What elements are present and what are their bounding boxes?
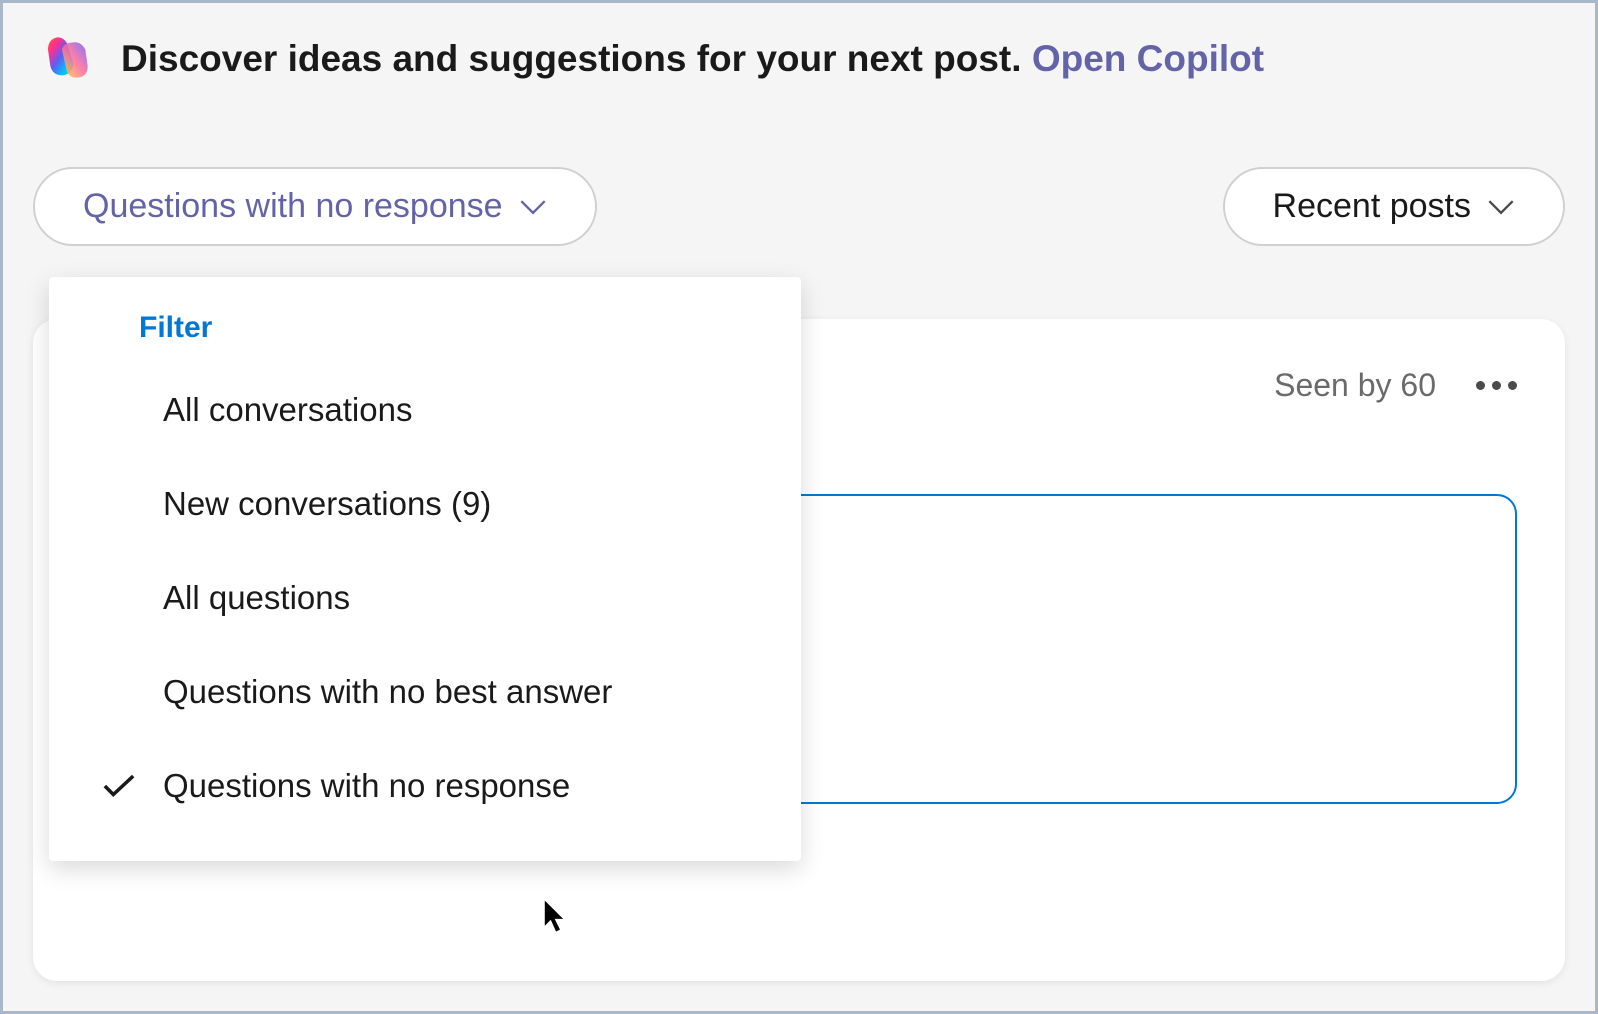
filter-option[interactable]: All questions — [49, 551, 801, 645]
filter-bar: Questions with no response Recent posts — [3, 135, 1595, 246]
check-icon — [95, 392, 143, 428]
filter-option-label: Questions with no best answer — [163, 673, 612, 711]
chevron-down-icon — [519, 198, 547, 216]
check-icon — [95, 486, 143, 522]
copilot-icon — [41, 31, 97, 87]
filter-option-label: New conversations (9) — [163, 485, 491, 523]
check-icon — [95, 580, 143, 616]
banner-message: Discover ideas and suggestions for your … — [121, 38, 1032, 79]
filter-option[interactable]: All conversations — [49, 363, 801, 457]
filter-option-label: All conversations — [163, 391, 412, 429]
sort-dropdown-button[interactable]: Recent posts — [1223, 167, 1565, 246]
more-options-button[interactable] — [1476, 381, 1517, 390]
filter-option-label: Questions with no response — [163, 767, 570, 805]
chevron-down-icon — [1487, 198, 1515, 216]
seen-by-count: Seen by 60 — [1274, 367, 1436, 404]
copilot-banner: Discover ideas and suggestions for your … — [3, 3, 1595, 115]
dot-icon — [1508, 381, 1517, 390]
filter-dropdown-button[interactable]: Questions with no response — [33, 167, 597, 246]
sort-dropdown-label: Recent posts — [1273, 187, 1471, 226]
check-icon — [95, 768, 143, 804]
filter-option[interactable]: New conversations (9) — [49, 457, 801, 551]
dot-icon — [1492, 381, 1501, 390]
filter-option-label: All questions — [163, 579, 350, 617]
filter-dropdown-label: Questions with no response — [83, 187, 503, 226]
banner-text: Discover ideas and suggestions for your … — [121, 38, 1264, 80]
filter-dropdown-menu: Filter All conversations New conversation… — [49, 277, 801, 861]
filter-option[interactable]: Questions with no best answer — [49, 645, 801, 739]
check-icon — [95, 674, 143, 710]
filter-option[interactable]: Questions with no response — [49, 739, 801, 833]
dot-icon — [1476, 381, 1485, 390]
open-copilot-link[interactable]: Open Copilot — [1032, 38, 1264, 79]
dropdown-header: Filter — [49, 293, 801, 363]
